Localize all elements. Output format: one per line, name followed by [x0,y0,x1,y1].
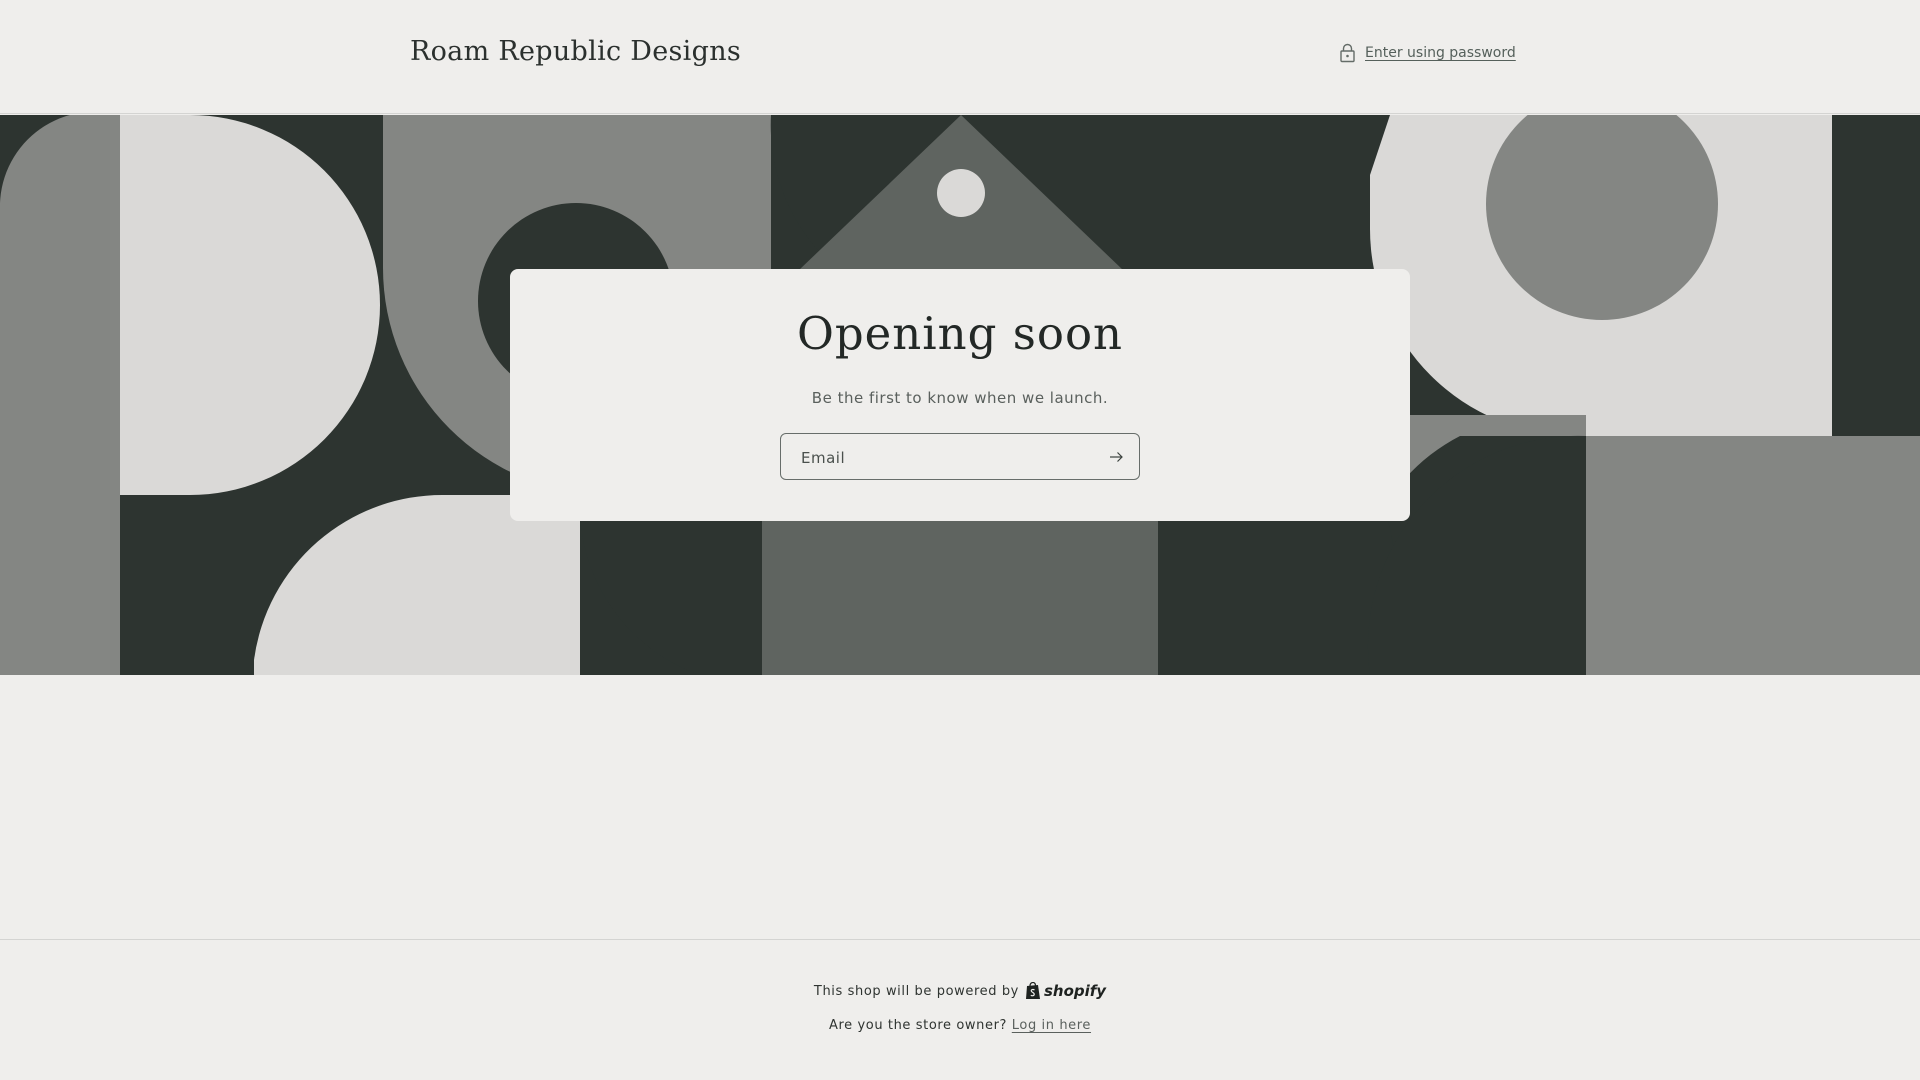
powered-by: This shop will be powered by shopify [0,982,1920,1000]
store-title[interactable]: Roam Republic Designs [410,36,741,67]
lock-icon [1339,43,1356,63]
subscribe-button[interactable] [1101,442,1131,472]
newsletter-form [780,433,1140,481]
page-subtitle: Be the first to know when we launch. [811,389,1109,407]
site-header: Roam Republic Designs Enter using passwo… [0,0,1920,114]
enter-password-link[interactable]: Enter using password [1339,43,1516,63]
site-footer: This shop will be powered by shopify Are… [0,939,1920,1080]
login-link[interactable]: Log in here [1012,1018,1091,1033]
email-field[interactable] [781,434,1103,481]
arrow-right-icon [1109,452,1123,462]
powered-by-text: This shop will be powered by [813,983,1019,999]
store-owner-line: Are you the store owner? Log in here [0,1018,1920,1033]
page-title: Opening soon [796,307,1124,360]
store-owner-text: Are you the store owner? [828,1018,1008,1033]
shopify-wordmark: shopify [1043,982,1107,1000]
shopify-bag-icon [1025,982,1040,999]
opening-soon-card: Opening soon Be the first to know when w… [510,269,1410,521]
enter-password-label[interactable]: Enter using password [1365,45,1516,61]
shopify-link[interactable]: shopify [1025,982,1106,1000]
